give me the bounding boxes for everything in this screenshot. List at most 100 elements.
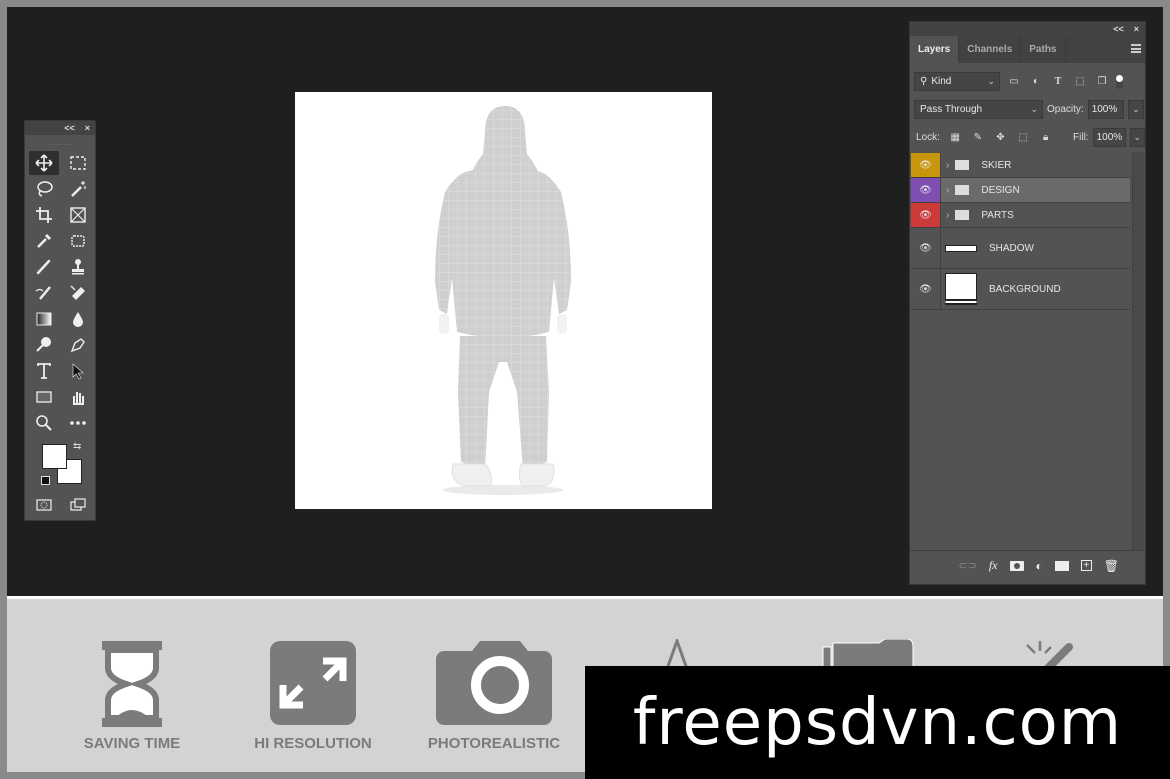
delete-layer-icon[interactable]: 🗑︎ [1104, 559, 1119, 573]
new-group-icon[interactable] [1054, 560, 1069, 571]
feature-saving-time: SAVING TIME [52, 639, 212, 752]
eyedropper-tool[interactable] [29, 229, 59, 253]
zoom-tool[interactable] [29, 411, 59, 435]
foreground-color-swatch[interactable] [42, 444, 67, 469]
hand-tool[interactable] [63, 385, 93, 409]
panel-menu-icon[interactable] [1131, 44, 1141, 53]
healing-brush-icon [71, 235, 85, 247]
marquee-icon [70, 156, 86, 170]
crop-tool[interactable] [29, 203, 59, 227]
layers-scrollbar[interactable] [1132, 152, 1144, 550]
magic-wand-tool[interactable] [63, 177, 93, 201]
ski-suit-mockup-image [435, 106, 571, 495]
pen-tool[interactable] [63, 333, 93, 357]
blend-mode-select[interactable]: Pass Through ⌄ [914, 100, 1043, 119]
lock-label: Lock: [916, 132, 940, 143]
fill-dropdown[interactable]: ⌄ [1130, 128, 1145, 147]
screen-mode-icon [70, 498, 86, 511]
chevron-down-icon: ⌄ [1132, 104, 1140, 114]
expand-chevron-icon[interactable]: › [946, 210, 949, 221]
spot-healing-tool[interactable] [63, 229, 93, 253]
swap-colors-icon[interactable]: ⇆ [73, 441, 81, 452]
brush-icon [36, 259, 51, 275]
frame-tool[interactable] [63, 203, 93, 227]
filter-shape-icon[interactable]: ⬚ [1072, 74, 1088, 90]
eraser-tool[interactable] [63, 281, 93, 305]
layer-name: BACKGROUND [989, 283, 1061, 295]
partial-folder-icon [822, 639, 914, 669]
visibility-eye-icon[interactable]: 👁︎ [911, 203, 941, 227]
screen-mode-button[interactable] [63, 493, 93, 517]
clone-stamp-tool[interactable] [63, 255, 93, 279]
close-panel-button[interactable]: × [85, 123, 90, 133]
layer-row-background[interactable]: 👁︎ BACKGROUND [911, 269, 1130, 310]
default-colors-icon[interactable] [41, 476, 50, 485]
visibility-eye-icon[interactable]: 👁︎ [911, 178, 941, 202]
layer-thumbnail [945, 273, 977, 305]
link-layers-icon[interactable]: ⊂⊃ [958, 559, 976, 572]
arrow-cursor-icon [72, 363, 84, 380]
collapse-panel-button[interactable]: << [1113, 24, 1124, 34]
folder-icon [955, 185, 970, 195]
layer-row-skier[interactable]: 👁︎ › SKIER [911, 153, 1130, 178]
rectangle-tool[interactable] [29, 385, 59, 409]
history-brush-tool[interactable] [29, 281, 59, 305]
adjustment-layer-icon[interactable]: ◐ [1036, 559, 1043, 573]
blur-tool[interactable] [63, 307, 93, 331]
layers-panel: << × Layers Channels Paths ⚲ Kind ⌄ ▭ ◐ … [909, 21, 1146, 585]
drop-icon [73, 312, 83, 327]
frame-icon [70, 207, 86, 223]
expand-chevron-icon[interactable]: › [946, 185, 949, 196]
lock-position-icon[interactable]: ✥ [993, 130, 1008, 146]
close-panel-button[interactable]: × [1134, 24, 1139, 34]
fx-icon[interactable]: fx [989, 558, 998, 573]
filter-pixel-icon[interactable]: ▭ [1006, 74, 1022, 90]
layer-name: DESIGN [981, 184, 1020, 196]
move-icon [35, 154, 53, 172]
filter-toggle[interactable] [1116, 74, 1123, 89]
dodge-tool[interactable] [29, 333, 59, 357]
filter-adjustment-icon[interactable]: ◐ [1028, 74, 1044, 90]
expand-arrows-icon [270, 641, 356, 725]
more-tools[interactable] [63, 411, 93, 435]
lock-all-icon[interactable]: 🔒︎ [1038, 130, 1053, 146]
crop-icon [36, 207, 52, 223]
tab-layers[interactable]: Layers [910, 36, 960, 63]
visibility-eye-icon[interactable]: 👁︎ [911, 228, 941, 268]
tab-paths[interactable]: Paths [1021, 36, 1066, 63]
fill-input[interactable]: 100% [1092, 128, 1127, 147]
opacity-dropdown[interactable]: ⌄ [1127, 100, 1144, 119]
pen-icon [70, 338, 85, 353]
filter-type-icon[interactable]: T [1050, 74, 1066, 90]
visibility-eye-icon[interactable]: 👁︎ [911, 153, 941, 177]
type-tool[interactable] [29, 359, 59, 383]
panel-drag-handle[interactable] [49, 135, 71, 145]
lock-artboard-icon[interactable]: ⬚ [1016, 130, 1031, 146]
layer-row-parts[interactable]: 👁︎ › PARTS [911, 203, 1130, 228]
collapse-panel-button[interactable]: << [64, 123, 75, 133]
eraser-icon [70, 285, 85, 300]
add-mask-icon[interactable] [1009, 560, 1024, 571]
hand-icon [73, 392, 84, 405]
lock-transparent-icon[interactable]: ▦ [948, 130, 963, 146]
layer-row-shadow[interactable]: 👁︎ SHADOW [911, 228, 1130, 269]
document-canvas[interactable] [295, 92, 712, 509]
opacity-input[interactable]: 100% [1087, 100, 1124, 119]
gradient-tool[interactable] [29, 307, 59, 331]
dodge-icon [36, 337, 51, 352]
layer-row-design[interactable]: 👁︎ › DESIGN [911, 178, 1130, 203]
new-layer-icon[interactable]: + [1080, 560, 1092, 571]
visibility-eye-icon[interactable]: 👁︎ [911, 269, 941, 309]
lock-image-icon[interactable]: ✎ [971, 130, 986, 146]
quick-mask-button[interactable] [29, 493, 59, 517]
filter-smart-object-icon[interactable]: ❐ [1094, 74, 1110, 90]
expand-chevron-icon[interactable]: › [946, 160, 949, 171]
path-selection-tool[interactable] [63, 359, 93, 383]
move-tool[interactable] [29, 151, 59, 175]
gradient-icon [36, 312, 52, 326]
rectangular-marquee-tool[interactable] [63, 151, 93, 175]
tab-channels[interactable]: Channels [959, 36, 1022, 63]
brush-tool[interactable] [29, 255, 59, 279]
lasso-tool[interactable] [29, 177, 59, 201]
filter-kind-select[interactable]: ⚲ Kind ⌄ [914, 72, 1000, 91]
